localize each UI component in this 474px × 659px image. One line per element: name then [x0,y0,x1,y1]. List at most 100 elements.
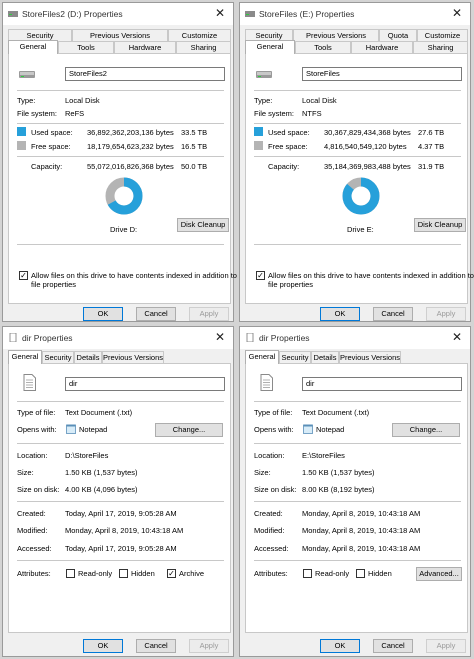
tab-hardware[interactable]: Hardware [114,41,176,53]
window-title: StoreFiles2 (D:) Properties [22,9,123,19]
cancel-button[interactable]: Cancel [373,639,413,653]
capacity-bytes: 55,072,016,826,368 bytes [87,162,174,171]
index-checkbox[interactable]: ✓ [19,271,28,280]
close-icon[interactable]: ✕ [452,6,462,20]
close-icon[interactable]: ✕ [215,330,225,344]
tab-hardware[interactable]: Hardware [351,41,413,53]
tab-previous-versions[interactable]: Previous Versions [72,29,168,41]
tab-sharing[interactable]: Sharing [176,41,231,53]
cancel-button[interactable]: Cancel [136,307,176,321]
ok-button[interactable]: OK [320,639,360,653]
general-page: StoreFiles2 Type: Local Disk File system… [8,53,237,304]
tab-general[interactable]: General [245,40,295,54]
change-button[interactable]: Change... [392,423,460,437]
separator [17,244,224,245]
tab-previous-versions[interactable]: Previous Versions [339,351,401,363]
hidden-checkbox[interactable] [119,569,128,578]
index-checkbox[interactable]: ✓ [256,271,265,280]
volume-name-field[interactable]: StoreFiles [302,67,462,81]
file-system-label: File system: [254,109,295,118]
ok-button[interactable]: OK [83,639,123,653]
drive-label: Drive E: [347,225,374,234]
read-only-checkbox[interactable] [66,569,75,578]
file-icon [9,333,17,342]
created-value: Monday, April 8, 2019, 10:43:18 AM [302,509,421,518]
tab-security[interactable]: Security [279,351,311,363]
disk-cleanup-button[interactable]: Disk Cleanup [177,218,229,232]
tab-security[interactable]: Security [42,351,74,363]
capacity-size: 31.9 TB [418,162,445,171]
capacity-label: Capacity: [31,162,63,171]
tab-sharing[interactable]: Sharing [413,41,468,53]
size-on-disk-value: 4.00 KB (4,096 bytes) [65,485,138,494]
apply-button[interactable]: Apply [189,639,229,653]
hidden-checkbox[interactable] [356,569,365,578]
usage-donut [342,177,380,215]
capacity-bytes: 35,184,369,983,488 bytes [324,162,411,171]
file-name-field[interactable]: dir [302,377,462,391]
cancel-button[interactable]: Cancel [136,639,176,653]
general-page: dir Type of file: Text Document (.txt) O… [8,363,231,633]
tab-tools[interactable]: Tools [58,41,114,53]
tab-customize[interactable]: Customize [168,29,231,41]
change-button[interactable]: Change... [155,423,223,437]
apply-button[interactable]: Apply [189,307,229,321]
title-bar: dir Properties ✕ [240,327,470,349]
created-label: Created: [254,509,283,518]
window-title: dir Properties [22,333,73,343]
apply-button[interactable]: Apply [426,307,466,321]
free-space-size: 4.37 TB [418,142,445,151]
index-text-line2: file properties [268,280,314,289]
ok-button[interactable]: OK [83,307,123,321]
tab-general[interactable]: General [8,350,42,364]
location-label: Location: [17,451,48,460]
tab-quota[interactable]: Quota [379,29,417,41]
drive-icon [8,11,18,17]
size-label: Size: [17,468,34,477]
ok-button[interactable]: OK [320,307,360,321]
apply-button[interactable]: Apply [426,639,466,653]
file-properties-window-d: dir Properties ✕ General Security Detail… [2,326,234,657]
type-value: Local Disk [302,96,337,105]
tab-details[interactable]: Details [74,351,102,363]
separator [254,443,461,444]
file-system-label: File system: [17,109,58,118]
size-on-disk-label: Size on disk: [17,485,60,494]
used-space-swatch [254,127,263,136]
tab-general[interactable]: General [8,40,58,54]
volume-name-field[interactable]: StoreFiles2 [65,67,225,81]
modified-label: Modified: [254,526,285,535]
index-text-line1: Allow files on this drive to have conten… [268,271,474,280]
tab-tools[interactable]: Tools [295,41,351,53]
modified-label: Modified: [17,526,48,535]
disk-cleanup-button[interactable]: Disk Cleanup [414,218,466,232]
file-name-field[interactable]: dir [65,377,225,391]
tab-previous-versions[interactable]: Previous Versions [293,29,379,41]
size-value: 1.50 KB (1,537 bytes) [302,468,375,477]
file-system-value: ReFS [65,109,85,118]
used-space-size: 27.6 TB [418,128,445,137]
free-space-swatch [17,141,26,150]
close-icon[interactable]: ✕ [452,330,462,344]
advanced-button[interactable]: Advanced... [416,567,462,581]
window-title: StoreFiles (E:) Properties [259,9,355,19]
file-system-value: NTFS [302,109,322,118]
separator [254,244,461,245]
general-page: dir Type of file: Text Document (.txt) O… [245,363,468,633]
tab-customize[interactable]: Customize [417,29,468,41]
general-page: StoreFiles Type: Local Disk File system:… [245,53,474,304]
tab-general[interactable]: General [245,350,279,364]
hidden-label: Hidden [131,569,155,578]
tab-previous-versions[interactable]: Previous Versions [102,351,164,363]
index-text-line2: file properties [31,280,77,289]
accessed-value: Today, April 17, 2019, 9:05:28 AM [65,544,177,553]
cancel-button[interactable]: Cancel [373,307,413,321]
close-icon[interactable]: ✕ [215,6,225,20]
type-of-file-label: Type of file: [17,408,56,417]
archive-checkbox[interactable]: ✓ [167,569,176,578]
archive-label: Archive [179,569,205,578]
tab-details[interactable]: Details [311,351,339,363]
drive-icon [245,11,255,17]
location-value: E:\StoreFiles [302,451,345,460]
read-only-checkbox[interactable] [303,569,312,578]
